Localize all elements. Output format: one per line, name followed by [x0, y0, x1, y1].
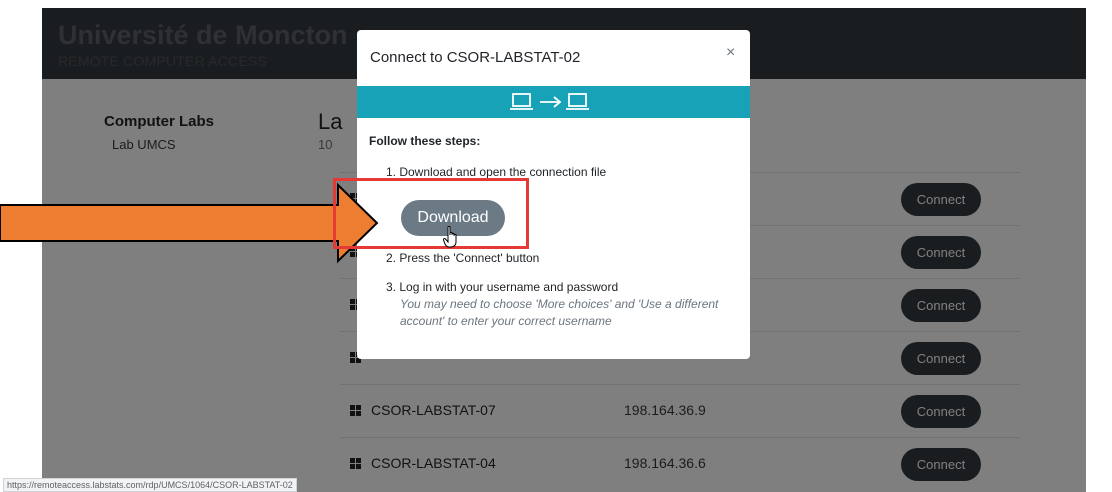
step-login-note: You may need to choose 'More choices' an… — [400, 297, 719, 311]
hand-pointer-icon — [443, 226, 457, 248]
status-bar-url: https://remoteaccess.labstats.com/rdp/UM… — [3, 478, 297, 492]
step-login-text: 3. Log in with your username and passwor… — [386, 280, 619, 294]
step-download-text: 1. Download and open the connection file — [386, 165, 607, 179]
download-highlight-box — [333, 178, 529, 249]
dialog-banner — [357, 86, 750, 118]
step-connect-text: 2. Press the 'Connect' button — [386, 251, 540, 265]
annotation-arrow-icon — [0, 183, 379, 264]
steps-heading: Follow these steps: — [369, 134, 481, 148]
close-button[interactable]: × — [726, 44, 735, 62]
dialog-title: Connect to CSOR-LABSTAT-02 — [370, 49, 581, 66]
step-login-note: account' to enter your correct username — [400, 314, 612, 328]
computer-arrow-computer-icon — [510, 93, 589, 110]
